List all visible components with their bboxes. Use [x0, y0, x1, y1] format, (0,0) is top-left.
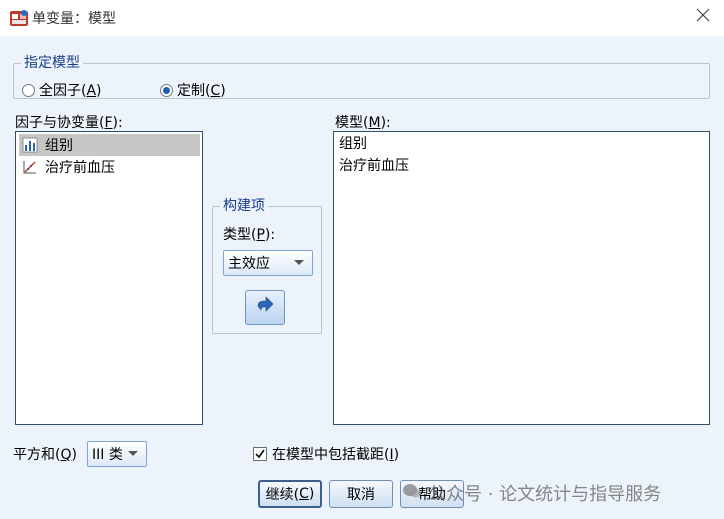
- check-icon: [255, 449, 265, 459]
- nominal-icon: [21, 136, 39, 154]
- list-item-pretreatment-bp[interactable]: 治疗前血压: [19, 156, 200, 178]
- include-intercept-checkbox[interactable]: 在模型中包括截距(I): [253, 444, 399, 464]
- sum-of-squares-dropdown[interactable]: III 类: [87, 441, 147, 467]
- close-icon: [696, 8, 710, 26]
- cancel-button[interactable]: 取消: [329, 480, 393, 508]
- custom-radio-button[interactable]: [160, 83, 173, 97]
- factors-covariates-list[interactable]: 组别 治疗前血压: [15, 131, 203, 425]
- sum-of-squares-label: 平方和(Q): [13, 447, 77, 463]
- specify-model-group: 指定模型: [13, 54, 710, 99]
- close-button[interactable]: [690, 4, 716, 30]
- full-factorial-radio[interactable]: 全因子(A): [22, 80, 102, 100]
- scale-icon: [21, 158, 39, 176]
- specify-model-legend: 指定模型: [21, 54, 83, 72]
- chevron-down-icon: [128, 451, 138, 456]
- list-item-group[interactable]: 组别: [19, 134, 200, 156]
- custom-radio[interactable]: 定制(C): [160, 80, 226, 100]
- type-label: 类型(P):: [223, 227, 276, 243]
- dialog-body: 指定模型 全因子(A) 定制(C) 因子与协变量(F): 组别 治疗前血压 构建…: [0, 36, 724, 519]
- title-bar: 单变量：模型: [0, 0, 724, 34]
- full-factorial-label: 全因子(A): [39, 83, 102, 99]
- continue-button[interactable]: 继续(C): [258, 480, 322, 508]
- custom-label: 定制(C): [177, 83, 226, 99]
- include-intercept-label: 在模型中包括截距(I): [272, 447, 400, 463]
- spss-app-icon: [9, 8, 29, 28]
- build-term-legend: 构建项: [220, 197, 268, 215]
- watermark-text: 公众号 · 论文统计与指导服务: [428, 484, 662, 505]
- chevron-down-icon: [294, 260, 304, 265]
- window-title: 单变量：模型: [32, 11, 116, 27]
- build-type-value: 主效应: [228, 256, 270, 272]
- watermark: 公众号 · 论文统计与指导服务: [402, 480, 661, 506]
- model-item-group[interactable]: 组别: [337, 132, 367, 154]
- move-term-button[interactable]: [245, 290, 285, 325]
- intercept-checkbox-box[interactable]: [253, 447, 267, 461]
- model-item-pretreatment-bp[interactable]: 治疗前血压: [337, 154, 409, 176]
- build-type-dropdown[interactable]: 主效应: [223, 250, 313, 276]
- model-list[interactable]: 组别 治疗前血压: [333, 131, 710, 425]
- right-arrow-icon: [255, 295, 275, 320]
- wechat-icon: [402, 482, 422, 505]
- model-label: 模型(M):: [335, 115, 391, 131]
- full-factorial-radio-button[interactable]: [22, 83, 35, 97]
- sum-of-squares-value: III 类: [92, 447, 123, 463]
- factors-covariates-label: 因子与协变量(F):: [15, 115, 123, 131]
